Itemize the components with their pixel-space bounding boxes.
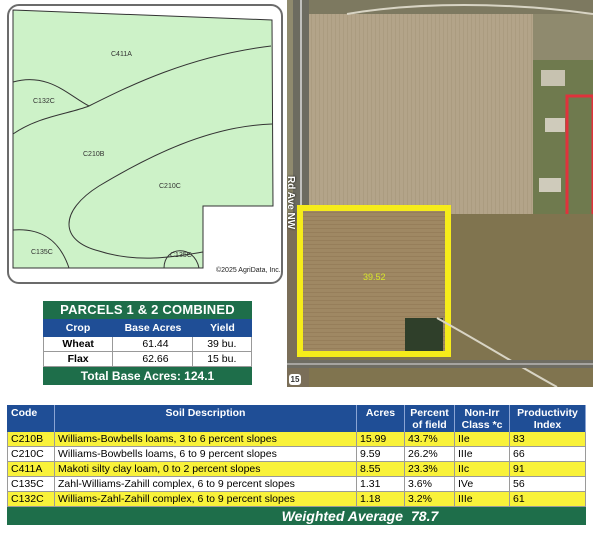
class-cell: IIIe [455, 447, 510, 461]
table-row: C210C Williams-Bowbells loams, 6 to 9 per… [7, 447, 586, 462]
header-soil-description: Soil Description [55, 405, 357, 432]
acres-cell: 1.18 [357, 492, 405, 506]
parcels-title: PARCELS 1 & 2 COMBINED [43, 301, 252, 319]
soil-label: C132C [33, 98, 55, 105]
yield-cell: 39 bu. [207, 338, 237, 350]
acres-cell: 15.99 [357, 432, 405, 446]
soil-label: C210C [159, 183, 181, 190]
soil-table: Code Soil Description Acres Percent of f… [7, 405, 586, 525]
percent-cell: 3.6% [405, 477, 455, 491]
soil-label: C411A [111, 51, 132, 58]
header-productivity: Productivity Index [510, 405, 586, 432]
road-name-label: Rd Ave NW [287, 176, 296, 230]
percent-cell: 3.2% [405, 492, 455, 506]
index-cell: 61 [510, 492, 586, 506]
index-cell: 66 [510, 447, 586, 461]
aerial-drawing [287, 0, 593, 387]
header-crop: Crop [65, 322, 91, 334]
class-cell: IIIe [455, 492, 510, 506]
acres-cell: 8.55 [357, 462, 405, 476]
code-cell: C210C [7, 447, 55, 461]
acres-cell: 9.59 [357, 447, 405, 461]
soil-map-drawing: C411A C132C C210B C210C C135C C135C [12, 9, 274, 269]
map-copyright: ©2025 AgriData, Inc. [216, 267, 281, 274]
acres-cell: 1.31 [357, 477, 405, 491]
percent-cell: 43.7% [405, 432, 455, 446]
class-cell: IVe [455, 477, 510, 491]
soil-label: C135C [31, 249, 53, 256]
yield-cell: 15 bu. [207, 353, 237, 365]
index-cell: 91 [510, 462, 586, 476]
header-yield: Yield [210, 322, 235, 334]
table-row: Wheat 61.44 39 bu. [43, 337, 252, 352]
description-cell: Williams-Bowbells loams, 6 to 9 percent … [55, 447, 357, 461]
description-cell: Zahl-Williams-Zahill complex, 6 to 9 per… [55, 477, 357, 491]
code-cell: C135C [7, 477, 55, 491]
code-cell: C132C [7, 492, 55, 506]
description-cell: Williams-Zahl-Zahill complex, 6 to 9 per… [55, 492, 357, 506]
soil-label: C210B [83, 151, 105, 158]
base-acres-cell: 61.44 [113, 337, 193, 351]
percent-cell: 26.2% [405, 447, 455, 461]
base-acres-cell: 62.66 [113, 352, 193, 366]
weighted-average-value: 78.7 [411, 508, 439, 524]
crop-cell: Wheat [44, 337, 114, 351]
weighted-average-row: Weighted Average 78.7 [7, 507, 586, 525]
route-badge: 15 [289, 374, 301, 385]
index-cell: 56 [510, 477, 586, 491]
parcel-outline [12, 9, 274, 269]
header-class: Non-Irr Class *c [455, 405, 510, 432]
header-percent: Percent of field [405, 405, 455, 432]
total-base-acres: Total Base Acres: 124.1 [43, 367, 252, 385]
header-acres: Acres [357, 405, 405, 432]
soil-table-header: Code Soil Description Acres Percent of f… [7, 405, 586, 432]
weighted-average-label: Weighted Average [281, 508, 403, 524]
crop-cell: Flax [44, 352, 114, 366]
table-row: C411A Makoti silty clay loam, 0 to 2 perc… [7, 462, 586, 477]
parcels-table: PARCELS 1 & 2 COMBINED Crop Base Acres Y… [43, 301, 252, 389]
class-cell: IIe [455, 432, 510, 446]
aerial-photo: 39.52 Rd Ave NW 15 [287, 0, 593, 387]
table-row: Flax 62.66 15 bu. [43, 352, 252, 367]
parcels-header-row: Crop Base Acres Yield [43, 319, 252, 337]
code-cell: C210B [7, 432, 55, 446]
class-cell: IIc [455, 462, 510, 476]
table-row: C210B Williams-Bowbells loams, 3 to 6 per… [7, 432, 586, 447]
description-cell: Makoti silty clay loam, 0 to 2 percent s… [55, 462, 357, 476]
code-cell: C411A [7, 462, 55, 476]
percent-cell: 23.3% [405, 462, 455, 476]
table-row: C135C Zahl-Williams-Zahill complex, 6 to … [7, 477, 586, 492]
header-base-acres: Base Acres [124, 322, 182, 334]
soil-map: C411A C132C C210B C210C C135C C135C ©202… [7, 4, 283, 284]
header-code: Code [7, 405, 55, 432]
description-cell: Williams-Bowbells loams, 3 to 6 percent … [55, 432, 357, 446]
table-row: C132C Williams-Zahl-Zahill complex, 6 to … [7, 492, 586, 507]
tract-acres-label: 39.52 [363, 272, 386, 282]
index-cell: 83 [510, 432, 586, 446]
soil-label: C135C [170, 252, 192, 259]
